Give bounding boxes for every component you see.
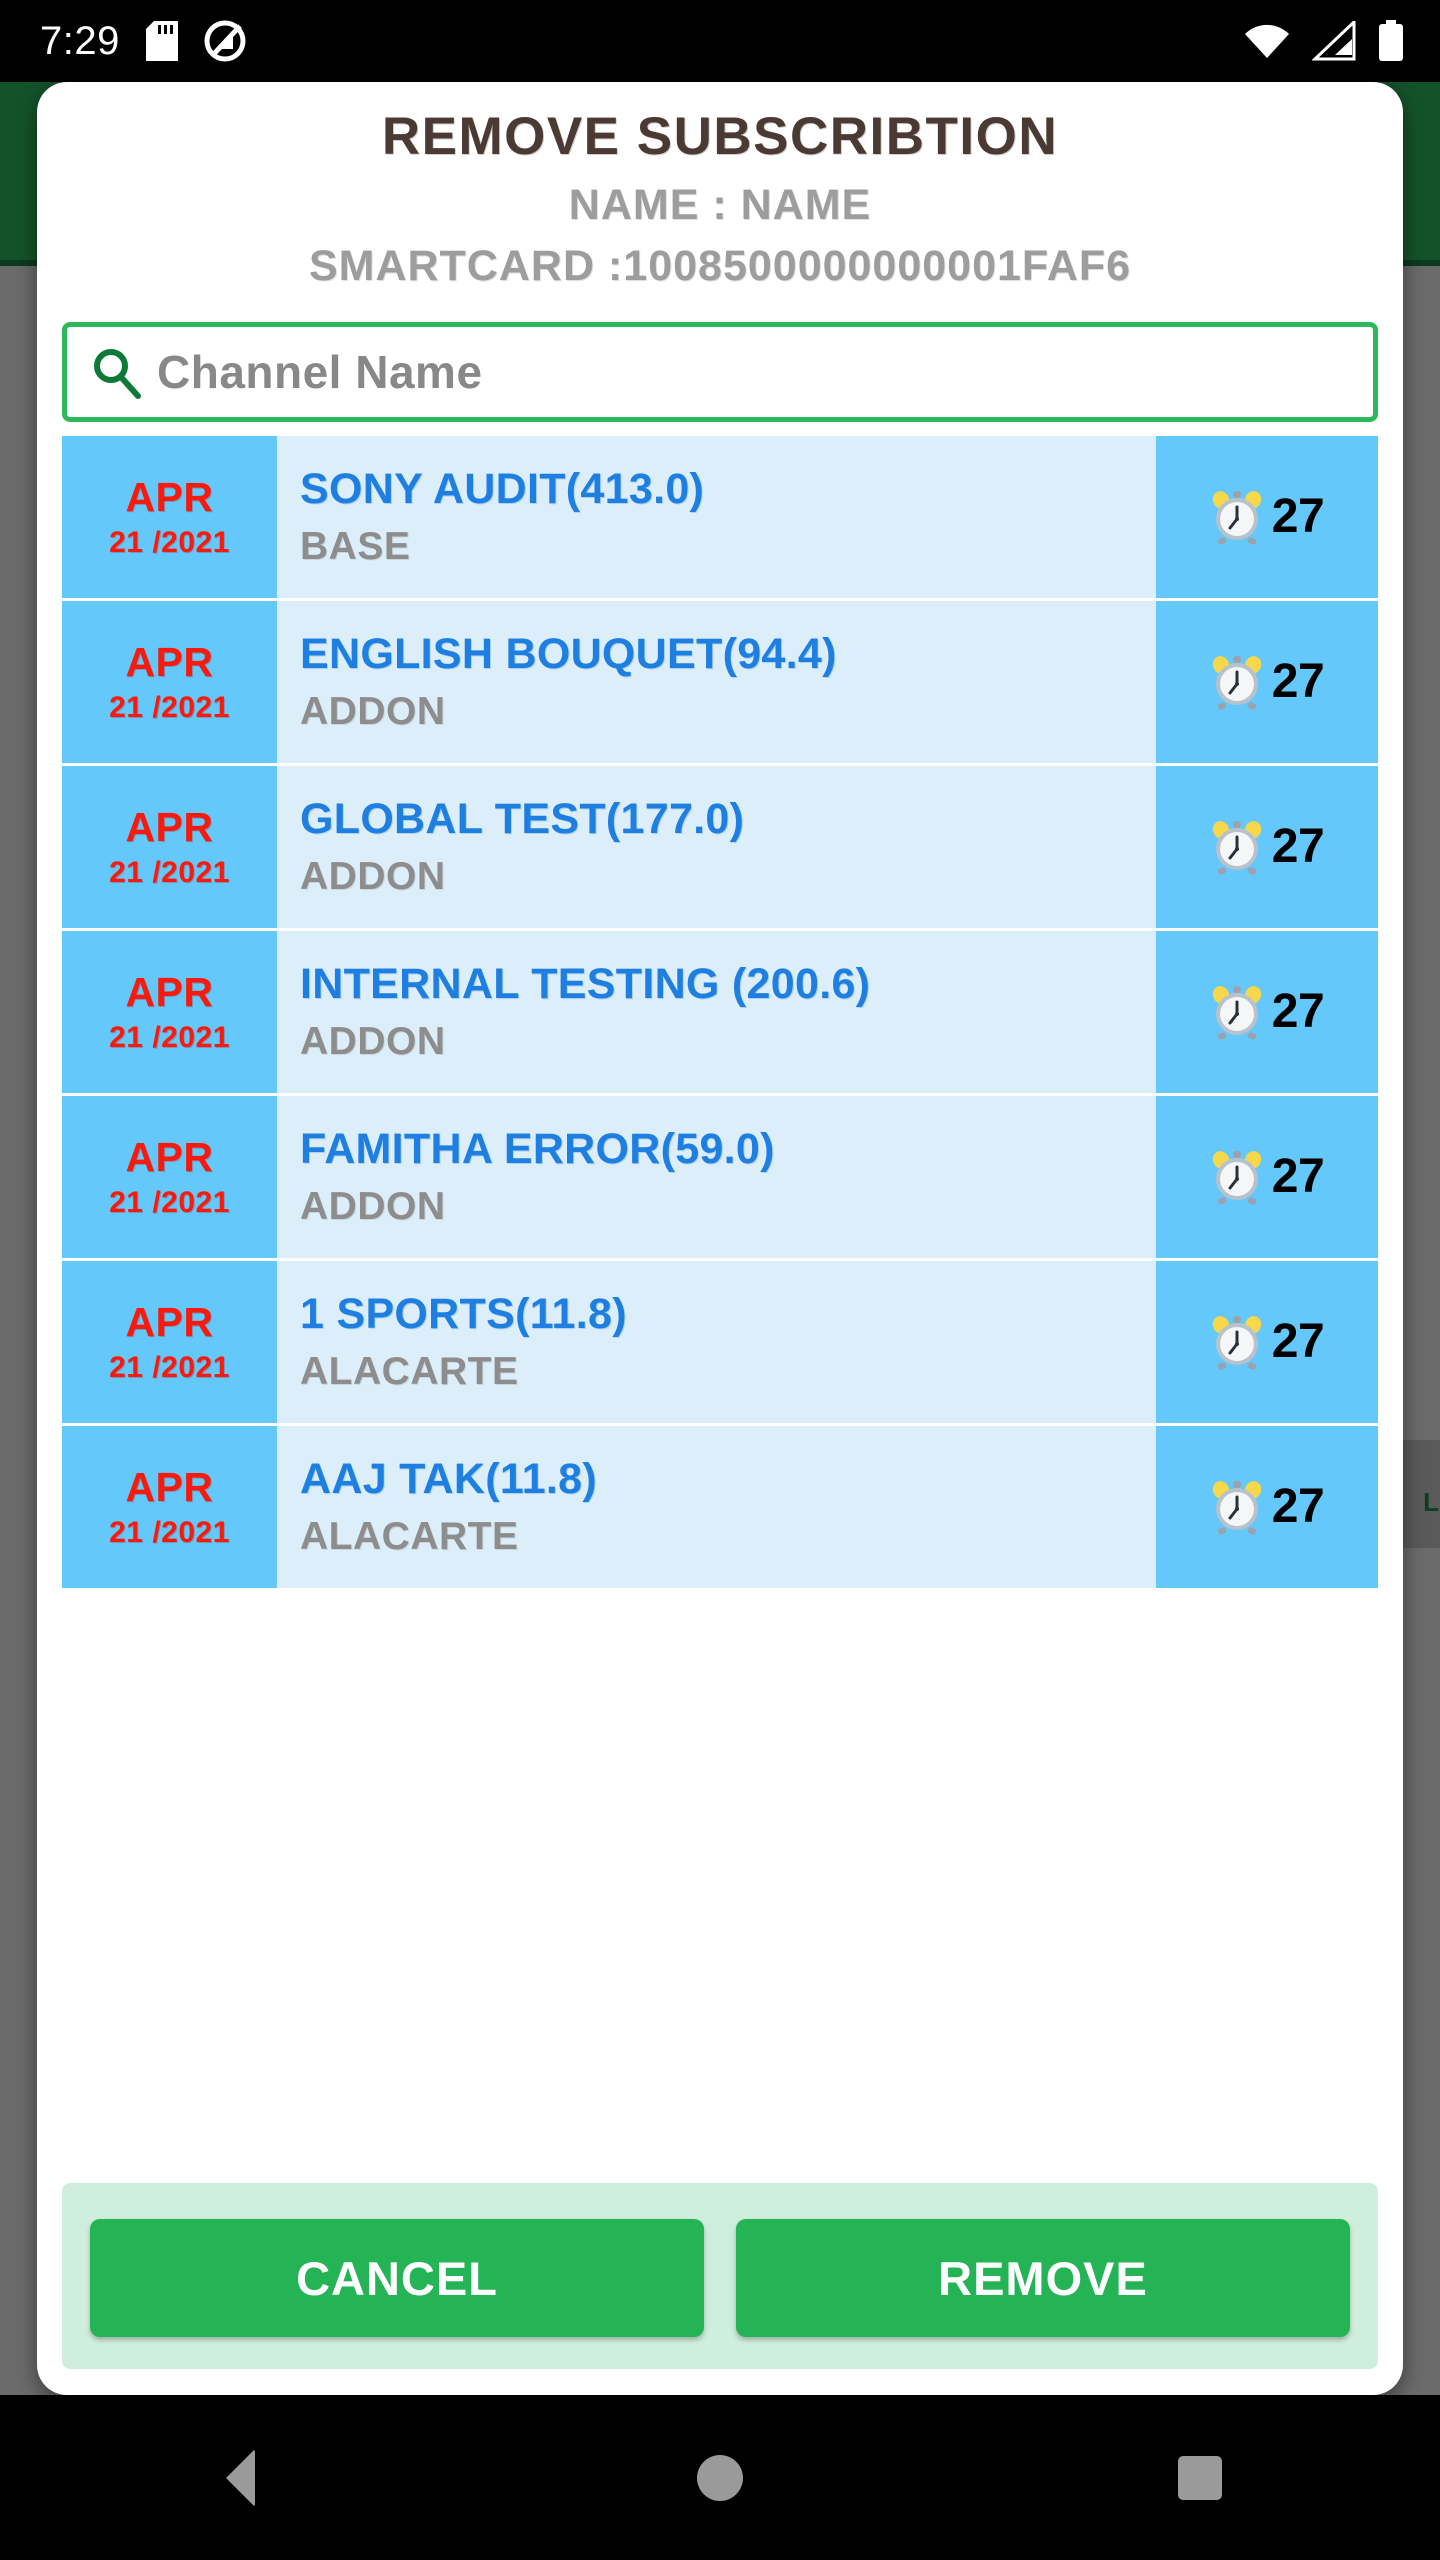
alarm-clock-icon bbox=[1212, 1316, 1261, 1370]
table-row[interactable]: APR 21 /2021 AAJ TAK(11.8) ALACARTE 27 bbox=[62, 1426, 1378, 1589]
dialog-header: REMOVE SUBSCRIBTION NAME : NAME SMARTCAR… bbox=[37, 82, 1403, 294]
row-channel-name: ENGLISH BOUQUET(94.4) bbox=[300, 630, 837, 679]
sd-card-icon bbox=[145, 21, 178, 61]
row-days-cell: 27 bbox=[1156, 601, 1378, 764]
home-icon bbox=[697, 2454, 743, 2501]
dialog-title: REMOVE SUBSCRIBTION bbox=[381, 107, 1059, 166]
row-days-cell: 27 bbox=[1156, 1096, 1378, 1259]
status-clock: 7:29 bbox=[40, 19, 120, 63]
row-package-type: ADDON bbox=[300, 855, 446, 899]
table-row[interactable]: APR 21 /2021 1 SPORTS(11.8) ALACARTE 27 bbox=[62, 1261, 1378, 1424]
alarm-clock-icon bbox=[1212, 1151, 1261, 1205]
row-days-count: 27 bbox=[1271, 1480, 1325, 1534]
row-month: APR bbox=[125, 968, 214, 1015]
status-bar-left: 7:29 bbox=[40, 20, 246, 62]
row-month: APR bbox=[125, 1298, 214, 1345]
row-package-type: ALACARTE bbox=[300, 1515, 519, 1559]
row-month: APR bbox=[125, 803, 214, 850]
row-main-cell: SONY AUDIT(413.0) BASE bbox=[277, 436, 1156, 599]
table-row[interactable]: APR 21 /2021 INTERNAL TESTING (200.6) AD… bbox=[62, 931, 1378, 1094]
row-date-cell: APR 21 /2021 bbox=[62, 1426, 277, 1589]
alarm-clock-icon bbox=[1212, 1481, 1261, 1535]
row-days-cell: 27 bbox=[1156, 1261, 1378, 1424]
row-main-cell: ENGLISH BOUQUET(94.4) ADDON bbox=[277, 601, 1156, 764]
row-days-cell: 27 bbox=[1156, 931, 1378, 1094]
alarm-clock-icon bbox=[1212, 986, 1261, 1040]
row-channel-name: 1 SPORTS(11.8) bbox=[300, 1290, 627, 1339]
row-main-cell: INTERNAL TESTING (200.6) ADDON bbox=[277, 931, 1156, 1094]
search-input[interactable] bbox=[155, 344, 1373, 401]
remove-subscription-dialog: REMOVE SUBSCRIBTION NAME : NAME SMARTCAR… bbox=[37, 82, 1403, 2395]
row-month: APR bbox=[125, 1463, 214, 1510]
row-day: 21 /2021 bbox=[109, 690, 230, 724]
row-channel-name: GLOBAL TEST(177.0) bbox=[300, 795, 745, 844]
search-field[interactable] bbox=[62, 322, 1378, 423]
row-day: 21 /2021 bbox=[109, 1185, 230, 1219]
row-days-cell: 27 bbox=[1156, 766, 1378, 929]
nav-recents-button[interactable] bbox=[1115, 2423, 1285, 2533]
row-date-cell: APR 21 /2021 bbox=[62, 1096, 277, 1259]
row-date-cell: APR 21 /2021 bbox=[62, 436, 277, 599]
table-row[interactable]: APR 21 /2021 FAMITHA ERROR(59.0) ADDON 2… bbox=[62, 1096, 1378, 1259]
row-month: APR bbox=[125, 1133, 214, 1180]
row-days-count: 27 bbox=[1271, 985, 1325, 1039]
table-row[interactable]: APR 21 /2021 GLOBAL TEST(177.0) ADDON 27 bbox=[62, 766, 1378, 929]
row-month: APR bbox=[125, 638, 214, 685]
row-day: 21 /2021 bbox=[109, 1350, 230, 1384]
alarm-clock-icon bbox=[1212, 491, 1261, 545]
customer-name-line: NAME : NAME bbox=[568, 180, 872, 229]
background-side-button-label: L bbox=[1423, 1487, 1439, 1517]
row-channel-name: AAJ TAK(11.8) bbox=[300, 1455, 598, 1504]
recents-icon bbox=[1178, 2455, 1222, 2500]
cancel-button[interactable]: CANCEL bbox=[90, 2219, 704, 2337]
row-days-count: 27 bbox=[1271, 655, 1325, 709]
row-date-cell: APR 21 /2021 bbox=[62, 766, 277, 929]
status-bar-right bbox=[1244, 20, 1404, 62]
row-channel-name: FAMITHA ERROR(59.0) bbox=[300, 1125, 775, 1174]
row-day: 21 /2021 bbox=[109, 525, 230, 559]
row-main-cell: AAJ TAK(11.8) ALACARTE bbox=[277, 1426, 1156, 1589]
row-days-count: 27 bbox=[1271, 820, 1325, 874]
do-not-disturb-icon bbox=[204, 20, 246, 62]
battery-icon bbox=[1379, 20, 1403, 61]
search-icon bbox=[94, 349, 141, 400]
row-days-cell: 27 bbox=[1156, 1426, 1378, 1589]
row-days-count: 27 bbox=[1271, 490, 1325, 544]
row-day: 21 /2021 bbox=[109, 855, 230, 889]
status-bar: 7:29 bbox=[0, 0, 1440, 82]
back-icon bbox=[225, 2448, 255, 2507]
row-main-cell: GLOBAL TEST(177.0) ADDON bbox=[277, 766, 1156, 929]
row-date-cell: APR 21 /2021 bbox=[62, 1261, 277, 1424]
row-package-type: ADDON bbox=[300, 1185, 446, 1229]
row-package-type: ALACARTE bbox=[300, 1350, 519, 1394]
smartcard-line: SMARTCARD :1008500000000001FAF6 bbox=[308, 242, 1132, 291]
row-package-type: ADDON bbox=[300, 1020, 446, 1064]
dialog-footer: CANCEL REMOVE bbox=[62, 2183, 1378, 2369]
remove-button[interactable]: REMOVE bbox=[736, 2219, 1350, 2337]
nav-back-button[interactable] bbox=[155, 2423, 325, 2533]
row-month: APR bbox=[125, 473, 214, 520]
row-date-cell: APR 21 /2021 bbox=[62, 601, 277, 764]
row-package-type: BASE bbox=[300, 525, 411, 569]
nav-home-button[interactable] bbox=[635, 2423, 805, 2533]
row-days-count: 27 bbox=[1271, 1315, 1325, 1369]
row-main-cell: 1 SPORTS(11.8) ALACARTE bbox=[277, 1261, 1156, 1424]
table-row[interactable]: APR 21 /2021 ENGLISH BOUQUET(94.4) ADDON bbox=[62, 601, 1378, 764]
cellular-signal-icon bbox=[1312, 21, 1356, 61]
row-days-count: 27 bbox=[1271, 1150, 1325, 1204]
row-date-cell: APR 21 /2021 bbox=[62, 931, 277, 1094]
row-package-type: ADDON bbox=[300, 690, 446, 734]
alarm-clock-icon bbox=[1212, 821, 1261, 875]
channel-list[interactable]: APR 21 /2021 SONY AUDIT(413.0) BASE 27 A… bbox=[62, 436, 1378, 2183]
row-channel-name: SONY AUDIT(413.0) bbox=[300, 465, 705, 514]
row-channel-name: INTERNAL TESTING (200.6) bbox=[300, 960, 871, 1009]
alarm-clock-icon bbox=[1212, 656, 1261, 710]
wifi-icon bbox=[1245, 24, 1289, 58]
android-navigation-bar bbox=[0, 2395, 1440, 2560]
row-days-cell: 27 bbox=[1156, 436, 1378, 599]
row-day: 21 /2021 bbox=[109, 1515, 230, 1549]
row-day: 21 /2021 bbox=[109, 1020, 230, 1054]
row-main-cell: FAMITHA ERROR(59.0) ADDON bbox=[277, 1096, 1156, 1259]
table-row[interactable]: APR 21 /2021 SONY AUDIT(413.0) BASE 27 bbox=[62, 436, 1378, 599]
